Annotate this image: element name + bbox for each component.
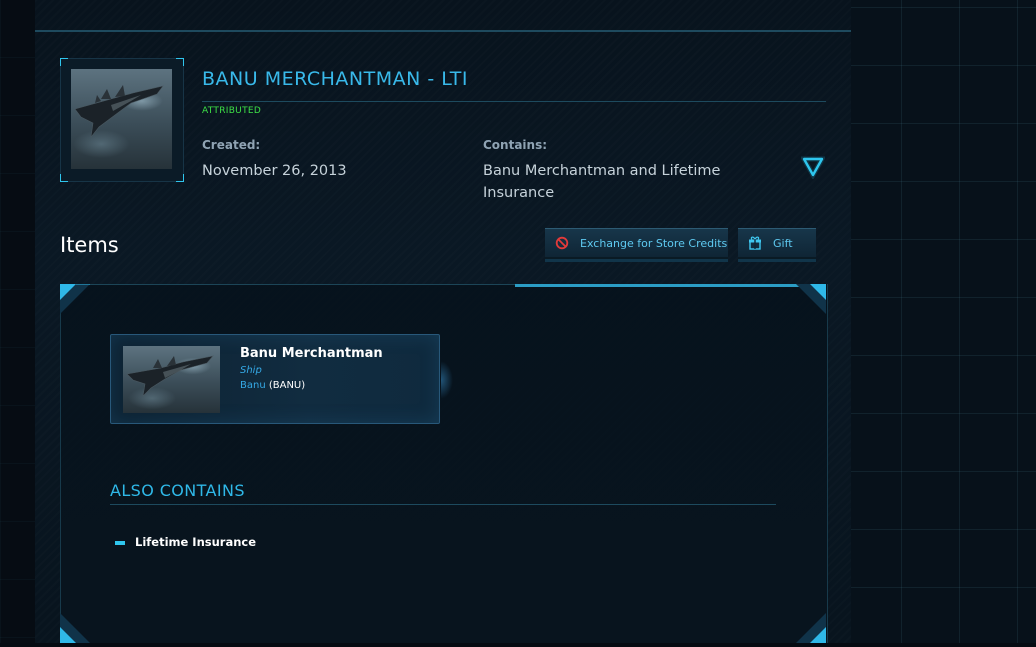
- status-badge: ATTRIBUTED: [202, 106, 262, 116]
- item-name: Banu Merchantman: [240, 346, 383, 361]
- created-date: November 26, 2013: [202, 163, 347, 179]
- also-contains-divider: [110, 504, 776, 505]
- corner-accent: [796, 284, 826, 314]
- items-top-accent: [515, 284, 826, 287]
- item-type: Ship: [240, 365, 262, 376]
- side-grid-background: [851, 0, 1036, 643]
- pledge-title: BANU MERCHANTMAN - LTI: [202, 68, 468, 90]
- card-glow: [441, 361, 453, 399]
- corner-accent: [796, 613, 826, 643]
- manufacturer-code: (BANU): [265, 380, 306, 391]
- no-entry-icon: [555, 236, 569, 250]
- manufacturer-name: Banu: [240, 380, 266, 391]
- contains-value: Banu Merchantman and Lifetime Insurance: [483, 163, 721, 201]
- contains-label: Contains:: [483, 138, 548, 152]
- title-divider: [202, 101, 826, 102]
- also-contains-heading: ALSO CONTAINS: [110, 481, 245, 500]
- exchange-button-label: Exchange for Store Credits: [580, 236, 728, 250]
- pledge-thumbnail[interactable]: [60, 58, 184, 182]
- item-card[interactable]: Banu Merchantman Ship Banu (BANU): [110, 334, 453, 424]
- ship-image: [71, 69, 172, 169]
- item-manufacturer: Banu (BANU): [240, 380, 305, 391]
- gift-box-icon: [748, 236, 762, 250]
- panel-divider: [35, 30, 851, 32]
- triangle-down-icon[interactable]: [799, 155, 827, 181]
- created-label: Created:: [202, 138, 261, 152]
- corner-accent: [176, 174, 184, 182]
- bullet-icon: [115, 541, 125, 545]
- corner-accent: [60, 174, 68, 182]
- item-thumbnail: [123, 346, 220, 413]
- also-contains-item: Lifetime Insurance: [135, 535, 257, 549]
- exchange-for-store-credits-button[interactable]: Exchange for Store Credits: [545, 228, 728, 259]
- corner-accent: [60, 283, 90, 314]
- corner-accent: [176, 58, 184, 66]
- gift-button-label: Gift: [773, 236, 793, 250]
- items-heading: Items: [60, 233, 119, 257]
- corner-accent: [60, 58, 68, 66]
- corner-accent: [60, 613, 90, 643]
- gift-button[interactable]: Gift: [738, 228, 816, 259]
